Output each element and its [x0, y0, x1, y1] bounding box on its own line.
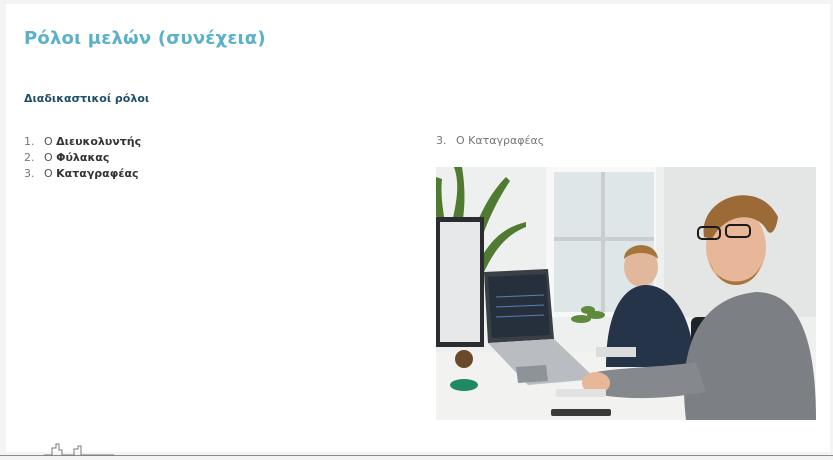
slide-title: Ρόλοι μελών (συνέχεια) — [24, 28, 266, 49]
footer-divider — [0, 455, 833, 456]
city-skyline-icon — [44, 443, 114, 456]
list-item: 3. Ο Καταγραφέας — [24, 167, 139, 180]
office-photo — [436, 167, 816, 420]
slide-subtitle: Διαδικαστικοί ρόλοι — [24, 92, 150, 105]
list-item: 2. Ο Φύλακας — [24, 151, 110, 164]
roles-list: 1. Ο Διευκολυντής 2. Ο Φύλακας 3. Ο Καταγρα… — [24, 134, 141, 182]
list-item: 1. Ο Διευκολυντής — [24, 135, 142, 148]
slide: Ρόλοι μελών (συνέχεια) Διαδικαστικοί ρόλ… — [6, 4, 830, 452]
photo-caption: 3. Ο Καταγραφέας — [436, 134, 545, 147]
